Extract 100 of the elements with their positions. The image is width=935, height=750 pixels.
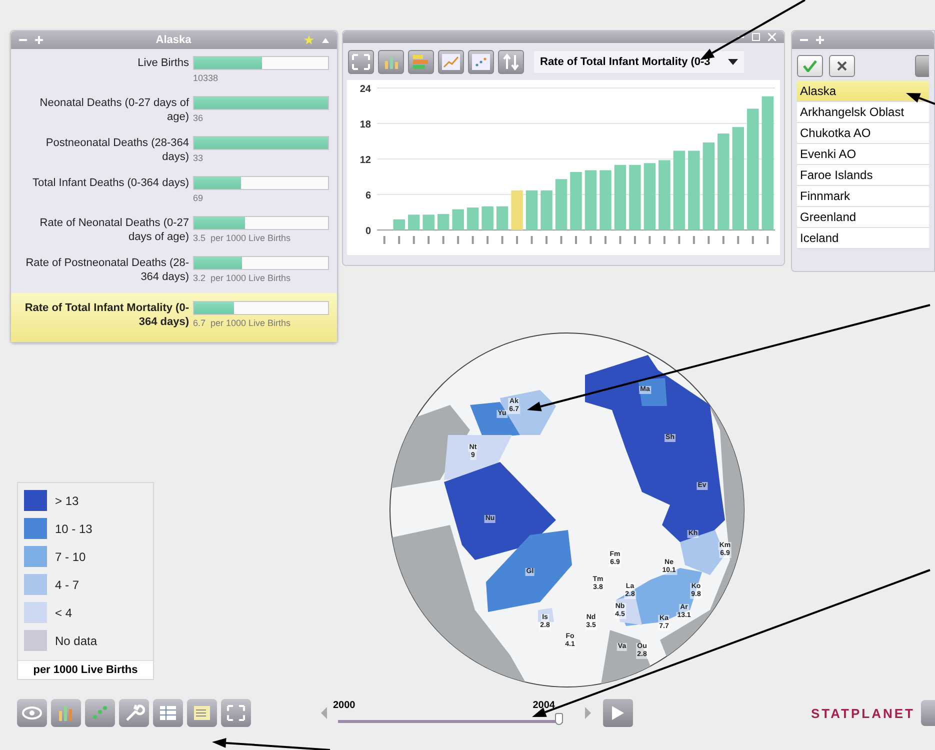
bar[interactable]	[688, 150, 700, 230]
region-list-item[interactable]: Finnmark	[797, 186, 929, 207]
y-tick-label: 6	[365, 190, 371, 202]
indicator-unit: per 1000 Live Births	[210, 318, 291, 328]
bar[interactable]	[673, 150, 686, 230]
highlighted-indicator-row[interactable]: Rate of Total Infant Mortality (0-364 days) 6.7 per 1000 Live Births	[11, 293, 337, 342]
bar[interactable]	[482, 206, 494, 230]
indicator-row[interactable]: Live Births 10338	[11, 53, 337, 93]
timeline-current-year: 2004	[532, 700, 555, 710]
indicator-value: 33	[193, 153, 204, 163]
y-tick-label: 24	[360, 84, 371, 95]
indicator-value: 10338	[193, 73, 218, 83]
step-forward-icon[interactable]	[585, 707, 591, 719]
bar[interactable]	[658, 160, 670, 230]
indicator-label: Neonatal Deaths (0-27 days of age)	[38, 96, 189, 124]
legend-unit: per 1000 Live Births	[18, 660, 153, 679]
bar[interactable]	[496, 206, 508, 230]
bar-chart-icon[interactable]	[51, 699, 81, 727]
indicator-row[interactable]: Neonatal Deaths (0-27 days of age) 36	[11, 93, 337, 133]
line-chart-icon[interactable]	[438, 50, 464, 74]
close-icon[interactable]	[768, 33, 776, 41]
indicator-unit: per 1000 Live Births	[210, 273, 291, 283]
bar[interactable]	[452, 209, 464, 230]
indicator-label: Rate of Neonatal Deaths (0-27 days of age)	[38, 216, 189, 244]
indicator-label: Postneonatal Deaths (28-364 days)	[44, 136, 189, 164]
panel-title: Alaska	[154, 34, 192, 46]
checkmark-icon	[803, 60, 817, 72]
y-tick-label: 0	[365, 226, 371, 237]
sort-arrows-icon[interactable]	[498, 50, 524, 74]
step-back-icon[interactable]	[321, 707, 327, 719]
bar[interactable]	[629, 164, 641, 230]
indicator-unit: per 1000 Live Births	[210, 233, 291, 243]
bar[interactable]	[732, 127, 744, 230]
close-icon	[837, 61, 847, 71]
region-list-item[interactable]: Evenki AO	[797, 144, 929, 165]
indicator-row[interactable]: Rate of Neonatal Deaths (0-27 days of age) 3.5 per 1000 Live Births	[11, 213, 337, 253]
indicator-value: 3.5	[193, 233, 206, 243]
bar-chart-icon[interactable]	[378, 50, 404, 74]
fullscreen-icon[interactable]	[348, 50, 374, 74]
legend-label: 7 - 10	[55, 550, 86, 564]
timeline-slider[interactable]	[338, 710, 563, 726]
bar[interactable]	[718, 134, 730, 230]
bar[interactable]	[644, 163, 656, 230]
bar[interactable]	[540, 190, 552, 230]
indicator-value: 6.7	[193, 318, 206, 328]
indicator-label: Live Births	[136, 56, 189, 70]
bar[interactable]	[614, 164, 626, 230]
region-list-item[interactable]: Greenland	[797, 207, 929, 228]
bar[interactable]	[702, 142, 715, 230]
region-list-item[interactable]: Faroe Islands	[797, 165, 929, 186]
bar[interactable]	[584, 170, 597, 230]
maximize-icon[interactable]	[752, 33, 760, 41]
horizontal-bar-chart-icon[interactable]	[408, 50, 434, 74]
bar[interactable]	[555, 179, 568, 230]
table-icon[interactable]	[153, 699, 183, 727]
bar[interactable]	[600, 170, 612, 230]
star-icon[interactable]	[304, 35, 314, 45]
caret-icon	[728, 59, 738, 65]
minimize-icon[interactable]	[738, 34, 744, 40]
collapse-icon[interactable]	[322, 38, 329, 42]
region-list-item[interactable]: Iceland	[797, 228, 929, 249]
bar[interactable]	[408, 214, 420, 230]
play-button[interactable]	[603, 699, 633, 727]
slider-thumb[interactable]	[555, 712, 563, 724]
eye-icon[interactable]	[17, 699, 47, 727]
indicator-row[interactable]: Rate of Postneonatal Deaths (28-364 days) 3.2 per 1000 Live Births	[11, 253, 337, 293]
legend-label: > 13	[55, 494, 79, 508]
select-all-button[interactable]	[797, 55, 823, 77]
expand-icon[interactable]	[816, 36, 824, 44]
bar[interactable]	[422, 214, 434, 230]
wrench-icon[interactable]	[119, 699, 149, 727]
annotation-arrow	[906, 93, 935, 105]
bar[interactable]	[526, 190, 538, 230]
bar[interactable]	[437, 214, 450, 230]
scatter-plot-icon[interactable]	[468, 50, 494, 74]
bar[interactable]	[570, 172, 582, 230]
bar[interactable]	[466, 208, 479, 230]
region-list-item[interactable]: Chukotka AO	[797, 123, 929, 144]
bar[interactable]	[393, 219, 405, 230]
legend-label: < 4	[55, 606, 72, 620]
clear-button[interactable]	[829, 55, 855, 77]
list-icon[interactable]	[187, 699, 217, 727]
indicator-row[interactable]: Total Infant Deaths (0-364 days) 69	[11, 173, 337, 213]
region-list-item[interactable]: Alaska	[797, 81, 929, 102]
indicator-row[interactable]: Postneonatal Deaths (28-364 days) 33	[11, 133, 337, 173]
bar[interactable]	[747, 108, 759, 230]
timeline-start-year: 2000	[333, 700, 356, 710]
legend-label: 4 - 7	[55, 578, 80, 592]
bar[interactable]	[762, 96, 774, 230]
legend-label: 10 - 13	[55, 522, 92, 536]
trash-button[interactable]	[915, 55, 929, 77]
fullscreen-button[interactable]	[921, 700, 935, 726]
indicator-value: 69	[193, 193, 204, 203]
indicator-value: 36	[193, 113, 204, 123]
expand-icon[interactable]	[35, 36, 43, 44]
bar[interactable]	[511, 190, 523, 230]
region-list-item[interactable]: Arkhangelsk Oblast	[797, 102, 929, 123]
y-tick-label: 12	[360, 155, 371, 166]
scatter-plot-icon[interactable]	[85, 699, 115, 727]
fullscreen-icon[interactable]	[221, 699, 251, 727]
